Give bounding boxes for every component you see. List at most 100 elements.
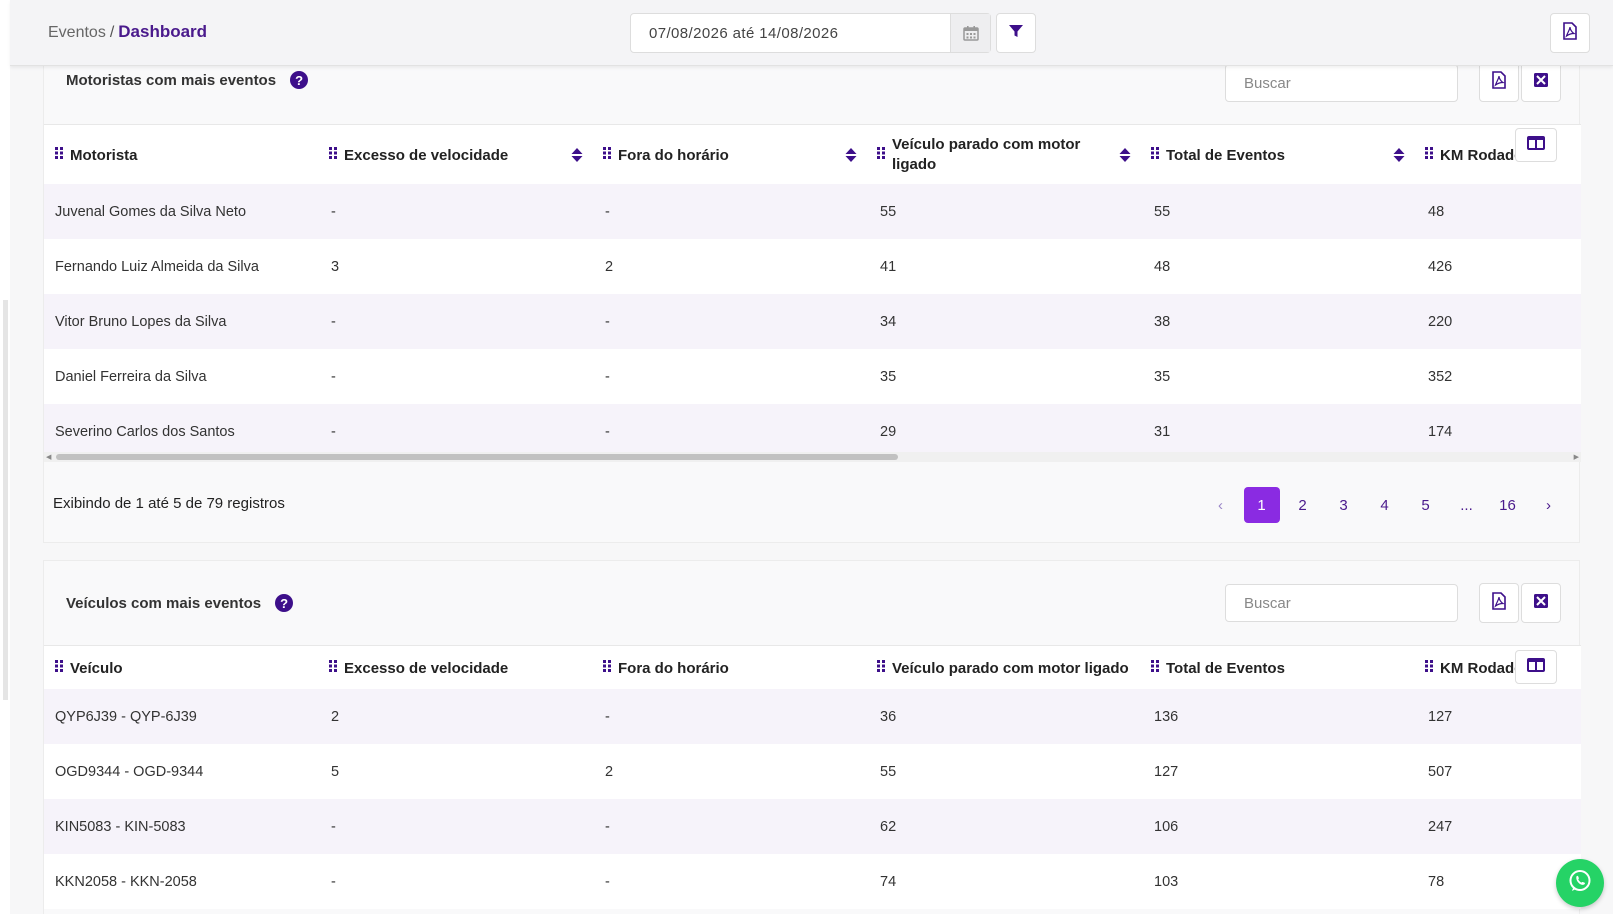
drag-handle-icon[interactable] (603, 146, 612, 164)
cell-fora-horario: 2 (605, 763, 614, 780)
cell-parado-motor: 55 (880, 203, 897, 220)
drag-handle-icon[interactable] (329, 146, 338, 164)
column-header-km-rodado[interactable]: KM Rodado (1425, 125, 1517, 185)
drivers-export-excel-button[interactable] (1521, 62, 1561, 102)
column-header-fora-horario[interactable]: Fora do horário (603, 125, 729, 185)
left-edge (0, 0, 10, 914)
column-header-veiculo[interactable]: Veículo (55, 646, 123, 690)
scroll-left-arrow-icon[interactable]: ◀ (46, 453, 51, 461)
drivers-title-text: Motoristas com mais eventos (66, 71, 277, 89)
pagination-page-5[interactable]: 5 (1408, 487, 1444, 523)
cell-fora-horario: - (605, 313, 610, 330)
drag-handle-icon[interactable] (877, 659, 886, 677)
column-visibility-button[interactable] (1515, 128, 1557, 162)
drag-handle-icon[interactable] (603, 659, 612, 677)
sort-icon[interactable] (1119, 125, 1131, 185)
help-icon[interactable]: ? (275, 594, 294, 612)
chevron-left-icon: ‹ (1218, 496, 1223, 514)
date-end: 14/08/2026 (759, 25, 839, 42)
cell-km-rodado: 48 (1428, 203, 1445, 220)
column-header-total-eventos[interactable]: Total de Eventos (1151, 646, 1285, 690)
drag-handle-icon[interactable] (55, 659, 64, 677)
drag-handle-icon[interactable] (1151, 659, 1160, 677)
column-header-km-rodado[interactable]: KM Rodado (1425, 646, 1517, 690)
cell-veiculo: QYP6J39 - QYP-6J39 (55, 708, 197, 725)
date-range-input[interactable]: 07/08/2026 até 14/08/2026 (630, 13, 991, 53)
scrollbar-thumb[interactable] (56, 454, 898, 460)
drivers-search-input[interactable] (1225, 64, 1458, 102)
date-connector: até (732, 25, 755, 42)
column-header-motorista[interactable]: Motorista (55, 125, 138, 185)
calendar-icon[interactable] (950, 14, 990, 52)
cell-excesso: - (331, 203, 336, 220)
pagination-page-3[interactable]: 3 (1326, 487, 1362, 523)
column-header-label: KM Rodado (1440, 659, 1517, 677)
vehicles-export-excel-button[interactable] (1521, 583, 1561, 623)
drag-handle-icon[interactable] (55, 146, 64, 164)
cell-total-eventos: 55 (1154, 203, 1171, 220)
cell-parado-motor: 35 (880, 368, 897, 385)
cell-parado-motor: 36 (880, 708, 897, 725)
cell-km-rodado: 352 (1428, 368, 1453, 385)
table-row: Daniel Ferreira da Silva - - 35 35 352 (44, 349, 1581, 404)
pagination-page-2[interactable]: 2 (1285, 487, 1321, 523)
breadcrumb-parent[interactable]: Eventos (48, 24, 106, 41)
column-visibility-button[interactable] (1515, 650, 1557, 684)
cell-fora-horario: - (605, 818, 610, 835)
cell-fora-horario: 2 (605, 258, 614, 275)
column-header-parado-motor[interactable]: Veículo parado com motor ligado (877, 646, 1129, 690)
cell-total-eventos: 35 (1154, 368, 1171, 385)
cell-parado-motor: 74 (880, 873, 897, 890)
sort-icon[interactable] (571, 125, 583, 185)
column-header-label: Veículo parado com motor ligado (892, 659, 1129, 677)
drag-handle-icon[interactable] (1425, 659, 1434, 677)
page-title: Dashboard (118, 22, 208, 41)
filter-button[interactable] (996, 13, 1036, 53)
help-icon[interactable]: ? (290, 71, 309, 89)
cell-km-rodado: 127 (1428, 708, 1453, 725)
drag-handle-icon[interactable] (1425, 146, 1434, 164)
cell-km-rodado: 426 (1428, 258, 1453, 275)
drag-handle-icon[interactable] (877, 146, 886, 164)
whatsapp-chat-button[interactable] (1556, 859, 1604, 907)
cell-total-eventos: 106 (1154, 818, 1179, 835)
scroll-right-arrow-icon[interactable]: ▶ (1574, 453, 1579, 461)
pagination-page-4[interactable]: 4 (1367, 487, 1403, 523)
column-header-fora-horario[interactable]: Fora do horário (603, 646, 729, 690)
vehicles-export-pdf-button[interactable] (1479, 583, 1519, 623)
column-header-parado-motor[interactable]: Veículo parado com motor ligado (877, 125, 1097, 185)
horizontal-scrollbar[interactable]: ◀ ▶ (44, 452, 1581, 462)
column-header-label: Fora do horário (618, 659, 729, 677)
column-header-label: Motorista (70, 146, 138, 164)
pagination-page-16[interactable]: 16 (1490, 487, 1526, 523)
date-start: 07/08/2026 (649, 25, 729, 42)
column-header-total-eventos[interactable]: Total de Eventos (1151, 125, 1285, 185)
cell-fora-horario: - (605, 708, 610, 725)
vehicles-search-input[interactable] (1225, 584, 1458, 622)
cell-fora-horario: - (605, 368, 610, 385)
cell-total-eventos: 103 (1154, 873, 1179, 890)
cell-veiculo: KIN5083 - KIN-5083 (55, 818, 186, 835)
sort-icon[interactable] (1393, 125, 1405, 185)
column-header-excesso[interactable]: Excesso de velocidade (329, 646, 508, 690)
pagination-page-1[interactable]: 1 (1243, 487, 1280, 523)
drag-handle-icon[interactable] (1151, 146, 1160, 164)
drivers-export-pdf-button[interactable] (1479, 62, 1519, 102)
breadcrumb: Eventos / Dashboard (48, 22, 207, 42)
drivers-title: Motoristas com mais eventos ? (66, 71, 309, 89)
sort-icon[interactable] (845, 125, 857, 185)
vehicles-table: Veículo Excesso de velocidade Fora do ho… (44, 645, 1581, 914)
cell-total-eventos: 38 (1154, 313, 1171, 330)
export-pdf-button[interactable] (1550, 13, 1590, 53)
drag-handle-icon[interactable] (329, 659, 338, 677)
vehicles-card: Veículos com mais eventos ? Veículo Exce… (43, 560, 1581, 914)
cell-excesso: - (331, 313, 336, 330)
pagination-next-button[interactable]: › (1531, 487, 1567, 523)
table-row: Juvenal Gomes da Silva Neto - - 55 55 48 (44, 184, 1581, 239)
cell-excesso: 3 (331, 258, 340, 275)
pagination-prev-button[interactable]: ‹ (1203, 487, 1239, 523)
drivers-table: Motorista Excesso de velocidade Fora do … (44, 124, 1581, 464)
column-header-excesso[interactable]: Excesso de velocidade (329, 125, 508, 185)
table-row: Fernando Luiz Almeida da Silva 3 2 41 48… (44, 239, 1581, 294)
cell-motorista: Vitor Bruno Lopes da Silva (55, 313, 227, 330)
